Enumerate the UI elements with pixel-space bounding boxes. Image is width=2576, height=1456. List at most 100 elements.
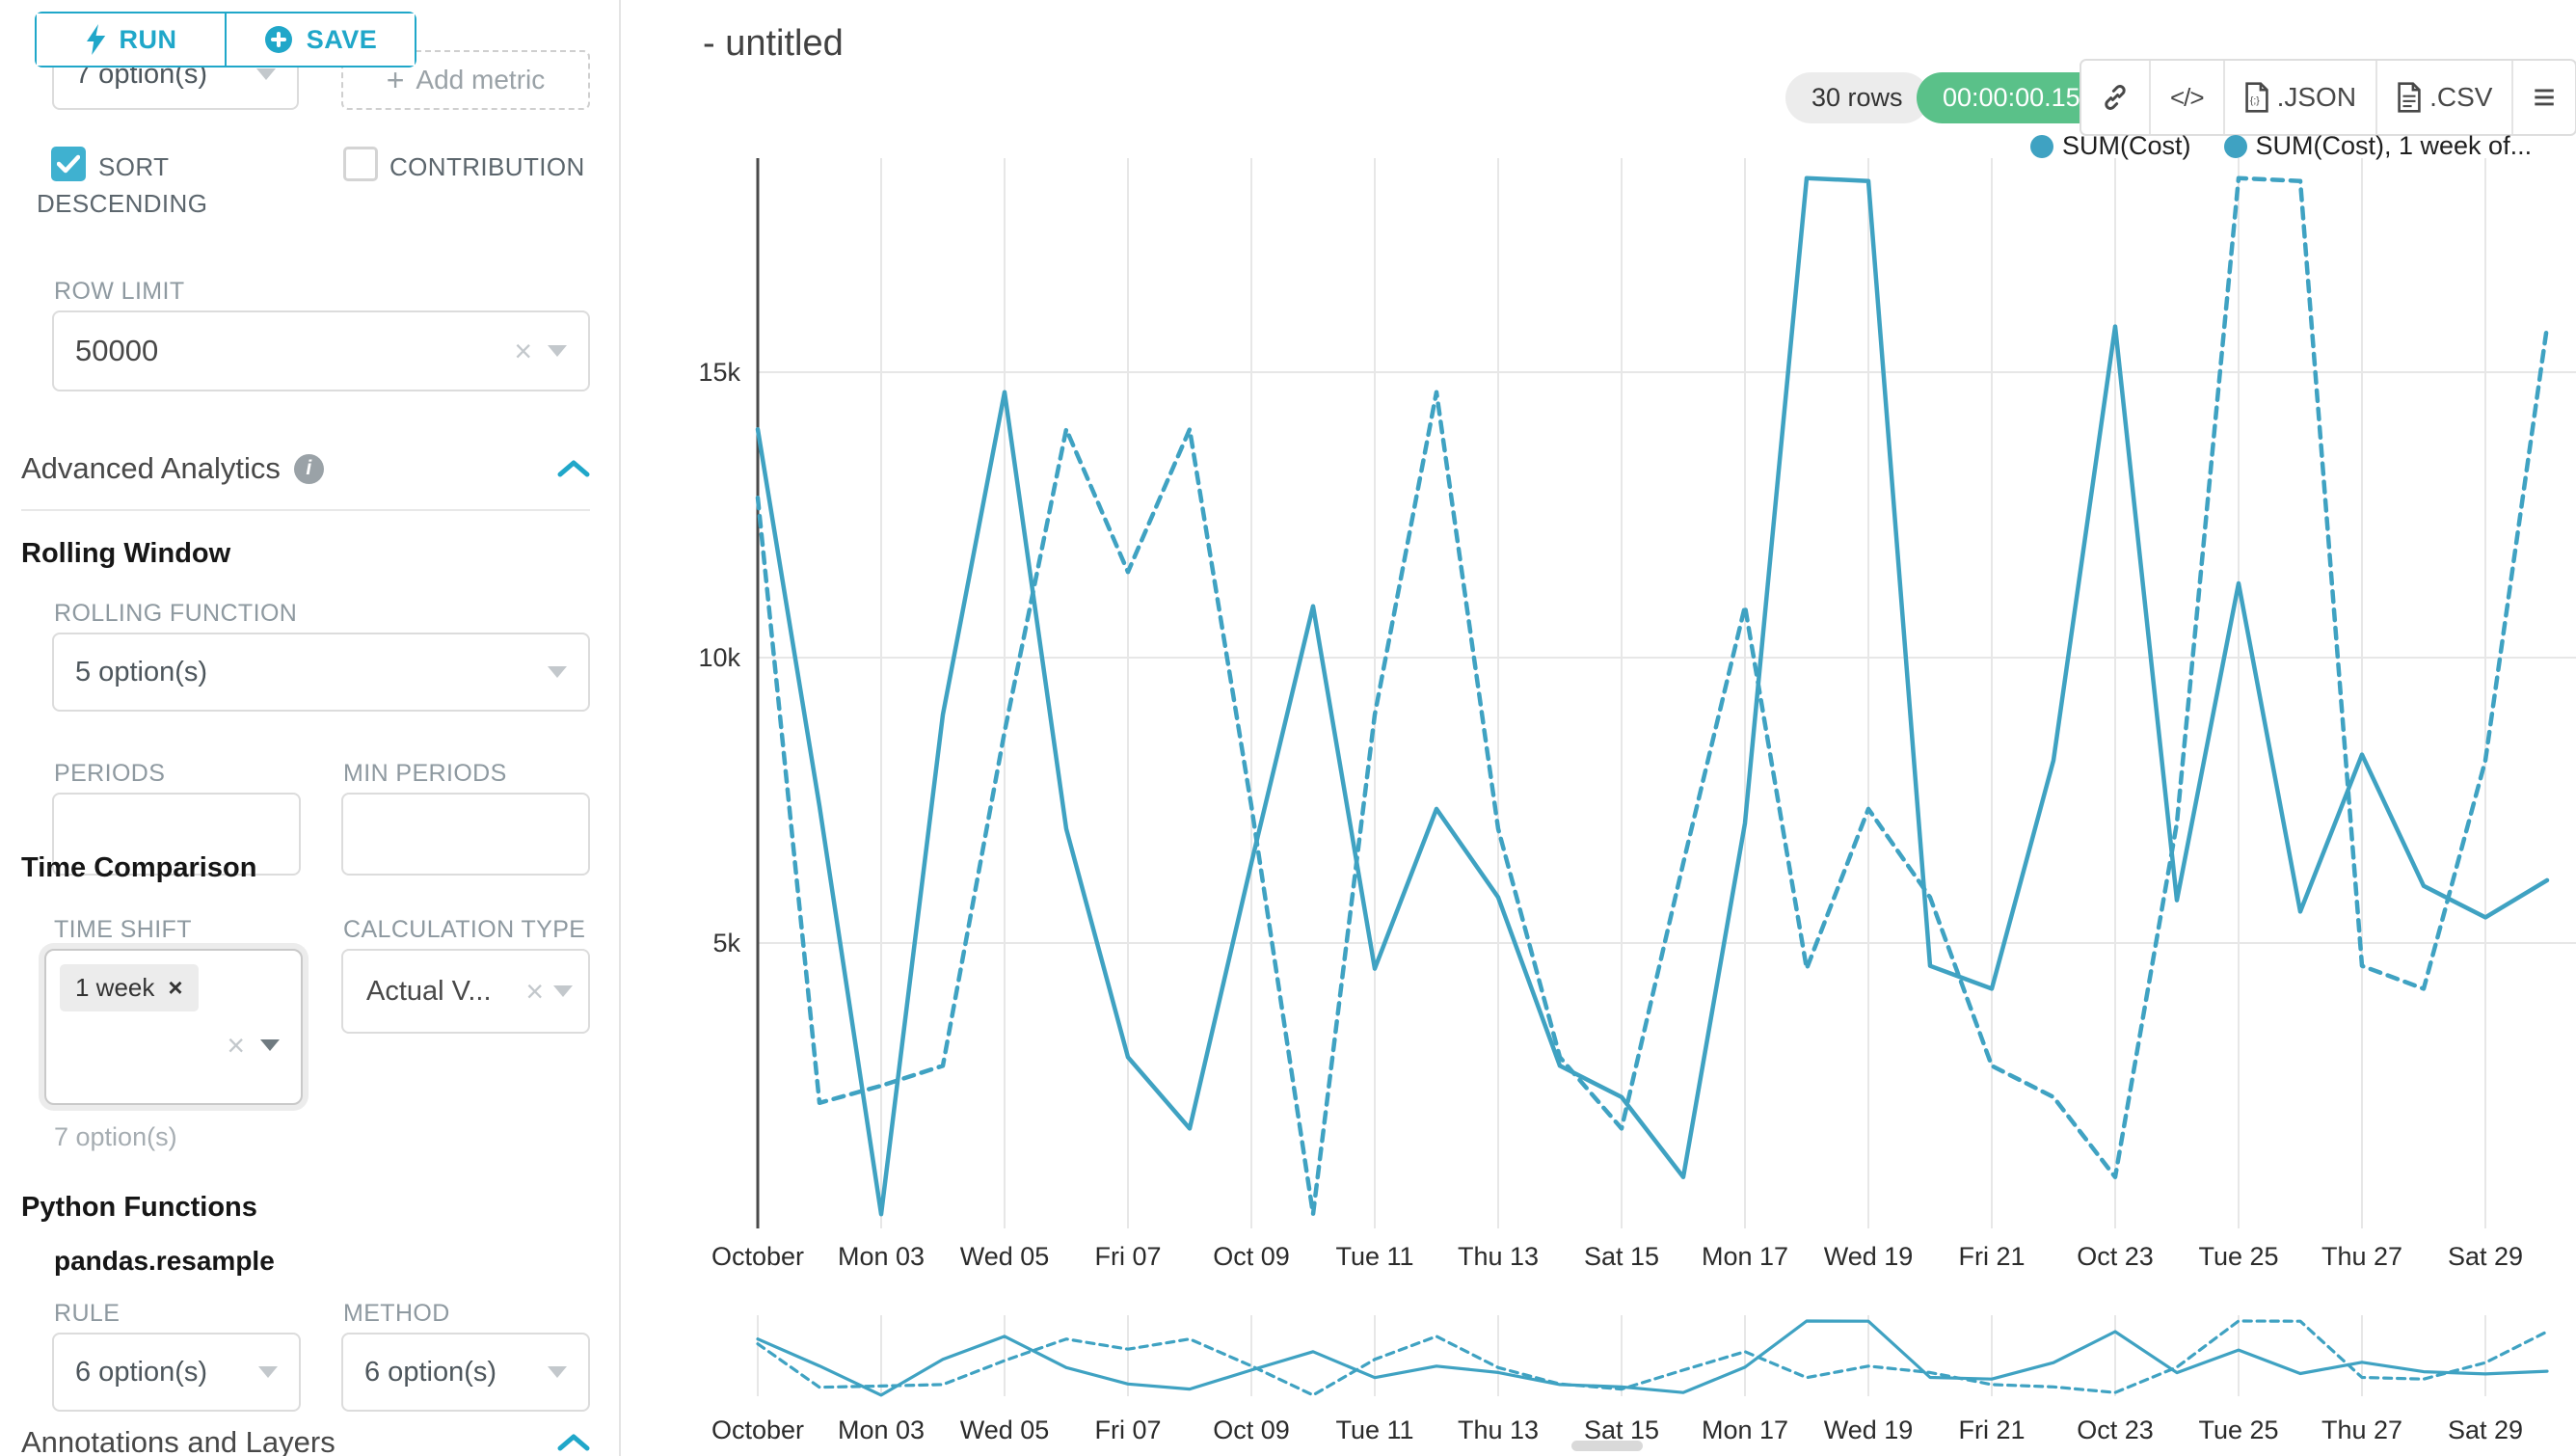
rolling-function-label: ROLLING FUNCTION	[54, 600, 297, 628]
bolt-icon	[85, 24, 106, 55]
time-shift-tag[interactable]: 1 week ×	[60, 964, 199, 1011]
plus-icon: +	[387, 63, 405, 98]
tag-close-icon[interactable]: ×	[168, 973, 182, 1003]
advanced-analytics-title: Advanced Analytics	[21, 451, 281, 486]
x-axis-tick-label: Oct 09	[1213, 1416, 1290, 1444]
row-limit-value: 50000	[75, 334, 514, 368]
contribution-checkbox[interactable]	[343, 147, 378, 181]
time-shift-multiselect[interactable]: 1 week × ×	[44, 949, 303, 1105]
row-count-badge: 30 rows	[1785, 72, 1929, 123]
chevron-up-icon[interactable]	[557, 459, 590, 478]
y-axis-tick-label: 15k	[698, 358, 740, 387]
export-toolbar: </> {;} .JSON .CSV	[2080, 59, 2576, 136]
x-axis-tick-label: Thu 27	[2321, 1242, 2402, 1271]
link-icon	[2101, 83, 2130, 112]
export-json-label: .JSON	[2277, 82, 2356, 113]
calculation-type-select[interactable]: Actual V... ×	[341, 949, 590, 1034]
sort-label-line1: SORT	[98, 152, 169, 182]
row-limit-select[interactable]: 50000 ×	[52, 310, 590, 391]
chevron-down-icon	[258, 1366, 278, 1378]
x-axis-tick-label: Mon 03	[838, 1416, 925, 1444]
series-line-offset[interactable]	[758, 1321, 2547, 1395]
x-axis-tick-label: Tue 25	[2198, 1416, 2278, 1444]
chevron-down-icon	[553, 985, 573, 997]
x-axis-tick-label: Sat 15	[1584, 1242, 1659, 1271]
chevron-down-icon	[548, 345, 567, 357]
chevron-down-icon	[548, 666, 567, 678]
x-axis-tick-label: Wed 19	[1824, 1242, 1914, 1271]
time-shift-label: TIME SHIFT	[54, 916, 192, 944]
series-line-offset[interactable]	[758, 178, 2547, 1215]
export-json-button[interactable]: {;} .JSON	[2223, 61, 2375, 134]
sort-label-line2: DESCENDING	[37, 189, 207, 219]
row-limit-label: ROW LIMIT	[54, 278, 185, 306]
plus-circle-icon	[264, 25, 293, 54]
rule-select[interactable]: 6 option(s)	[52, 1333, 301, 1412]
python-functions-title: Python Functions	[21, 1192, 257, 1224]
rolling-function-select[interactable]: 5 option(s)	[52, 633, 590, 712]
export-csv-button[interactable]: .CSV	[2375, 61, 2511, 134]
file-json-icon: {;}	[2244, 82, 2269, 113]
chart-panel: - untitled 30 rows 00:00:00.15 </> {;} .…	[621, 0, 2576, 1456]
x-axis-tick-label: Thu 13	[1458, 1242, 1539, 1271]
time-shift-hint: 7 option(s)	[54, 1122, 177, 1152]
time-comparison-title: Time Comparison	[21, 852, 256, 884]
min-periods-input[interactable]	[341, 793, 590, 876]
x-axis-tick-label: Fri 07	[1094, 1416, 1161, 1444]
advanced-analytics-header[interactable]: Advanced Analytics i	[21, 451, 590, 486]
x-axis-tick-label: Fri 21	[1958, 1416, 2025, 1444]
embed-code-button[interactable]: </>	[2149, 61, 2223, 134]
rolling-function-value: 5 option(s)	[75, 657, 548, 688]
run-save-button-group: RUN SAVE	[35, 12, 416, 67]
x-axis-tick-label: Oct 09	[1213, 1242, 1290, 1271]
rule-value: 6 option(s)	[75, 1357, 258, 1389]
section-divider	[21, 509, 590, 511]
x-axis-tick-label: Thu 27	[2321, 1416, 2402, 1444]
y-axis-tick-label: 5k	[712, 929, 740, 957]
x-axis-tick-label: Sat 29	[2448, 1242, 2523, 1271]
run-button[interactable]: RUN	[37, 13, 225, 66]
pandas-resample-label: pandas.resample	[54, 1246, 275, 1277]
check-icon	[57, 154, 80, 174]
save-button[interactable]: SAVE	[225, 13, 415, 66]
x-axis-tick-label: Mon 17	[1702, 1242, 1788, 1271]
svg-text:{;}: {;}	[2249, 96, 2259, 107]
series-line[interactable]	[758, 1321, 2547, 1395]
chart-title[interactable]: - untitled	[703, 23, 844, 65]
file-csv-icon	[2397, 82, 2422, 113]
annotations-title: Annotations and Layers	[21, 1425, 335, 1456]
info-icon[interactable]: i	[294, 454, 324, 484]
clear-icon[interactable]: ×	[525, 976, 544, 1007]
method-select[interactable]: 6 option(s)	[341, 1333, 590, 1412]
calculation-type-label: CALCULATION TYPE	[343, 916, 585, 944]
x-axis-tick-label: Oct 23	[2077, 1416, 2154, 1444]
y-axis-tick-label: 10k	[698, 643, 740, 672]
x-axis-tick-label: October	[711, 1242, 804, 1271]
sort-descending-checkbox[interactable]	[51, 147, 86, 181]
hamburger-icon: ≡	[2533, 82, 2555, 113]
x-axis-tick-label: Sat 29	[2448, 1416, 2523, 1444]
x-axis-tick-label: Tue 25	[2198, 1242, 2278, 1271]
chevron-down-icon[interactable]	[260, 1039, 280, 1051]
more-options-button[interactable]: ≡	[2511, 61, 2574, 134]
clear-icon[interactable]: ×	[227, 1030, 245, 1061]
x-axis-tick-label: Wed 05	[960, 1242, 1050, 1271]
mini-preview-chart[interactable]: OctoberMon 03Wed 05Fri 07Oct 09Tue 11Thu…	[638, 1311, 2576, 1456]
series-line[interactable]	[758, 178, 2547, 1215]
min-periods-label: MIN PERIODS	[343, 760, 507, 788]
chevron-down-icon	[256, 68, 276, 80]
x-axis-tick-label: Mon 03	[838, 1242, 925, 1271]
scroll-handle[interactable]	[1571, 1441, 1643, 1451]
rolling-window-title: Rolling Window	[21, 538, 230, 570]
copy-link-button[interactable]	[2081, 61, 2149, 134]
method-value: 6 option(s)	[364, 1357, 548, 1389]
chevron-up-icon[interactable]	[557, 1433, 590, 1452]
query-timer-badge: 00:00:00.15	[1917, 72, 2106, 123]
annotations-layers-header[interactable]: Annotations and Layers	[21, 1425, 590, 1456]
code-icon: </>	[2170, 83, 2204, 113]
rule-label: RULE	[54, 1300, 120, 1328]
clear-icon[interactable]: ×	[514, 336, 532, 366]
x-axis-tick-label: October	[711, 1416, 804, 1444]
main-chart[interactable]: 5k10k15kOctoberMon 03Wed 05Fri 07Oct 09T…	[638, 145, 2576, 1302]
x-axis-tick-label: Fri 21	[1958, 1242, 2025, 1271]
